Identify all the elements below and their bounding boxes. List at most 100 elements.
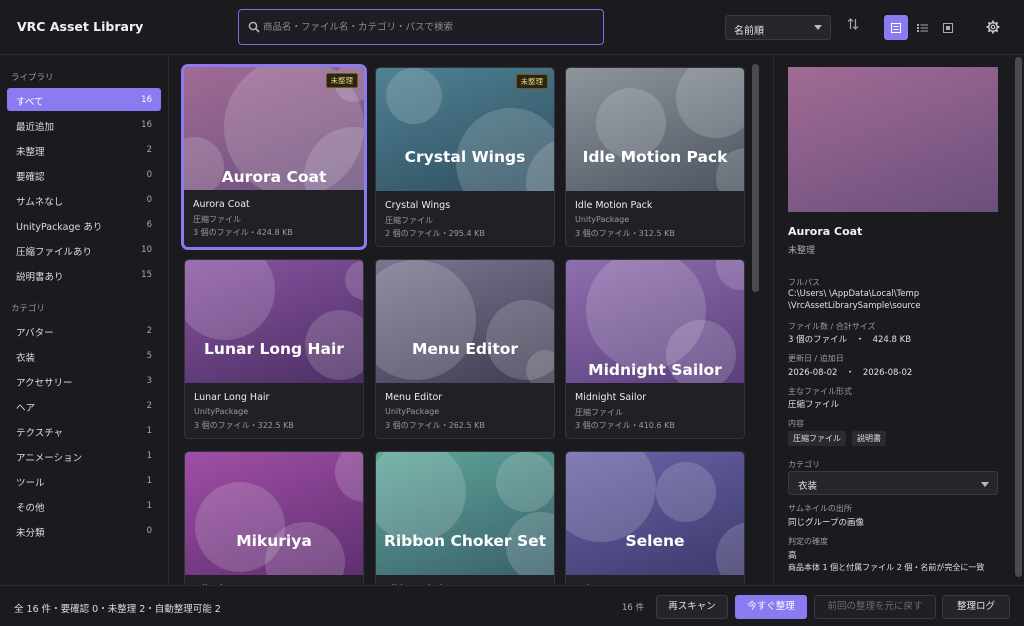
sidebar-category-item-label: その他 <box>16 503 45 514</box>
sidebar-category-item[interactable]: ヘア 2 <box>7 394 161 417</box>
sidebar-category-item-label: テクスチャ <box>16 428 64 439</box>
asset-meta: 3 個のファイル・424.8 KB <box>193 228 293 237</box>
asset-card[interactable]: Crystal Wings 未整理 Crystal Wings 圧縮ファイル 2 個のフ… <box>375 67 555 247</box>
sort-arrows-icon <box>847 18 859 30</box>
footer-count: 16 件 <box>622 603 645 613</box>
category-select-value: 衣装 <box>798 481 818 492</box>
contents-label: 内容 <box>788 419 804 428</box>
sidebar-library-item[interactable]: UnityPackage あり 6 <box>7 213 161 236</box>
sidebar-category-item[interactable]: アクセサリー 3 <box>7 369 161 392</box>
thumbnail-decoration <box>335 452 363 502</box>
asset-thumbnail: Idle Motion Pack <box>566 68 744 191</box>
sidebar-category-item[interactable]: 未分類 0 <box>7 519 161 542</box>
sidebar-category-item-count: 5 <box>146 351 152 361</box>
detail-thumbnail: Aurora Coat <box>788 67 998 212</box>
asset-card[interactable]: MikuriyaMikuriya <box>184 451 364 585</box>
sidebar-category-item[interactable]: アニメーション 1 <box>7 444 161 467</box>
asset-card[interactable]: Lunar Long Hair Lunar Long Hair UnityPacka… <box>184 259 364 439</box>
asset-thumbnail: Lunar Long Hair <box>185 260 363 383</box>
sidebar-library-item[interactable]: 圧縮ファイルあり 10 <box>7 238 161 261</box>
chevron-down-icon <box>981 482 989 487</box>
asset-card[interactable]: Ribbon Choker SetRibbon Choker Set <box>375 451 555 585</box>
sidebar-category-item-count: 1 <box>146 501 152 511</box>
sidebar-library-item-count: 6 <box>146 220 152 230</box>
asset-meta: 3 個のファイル・262.5 KB <box>385 421 485 430</box>
asset-thumbnail-title: Crystal Wings <box>404 148 526 166</box>
asset-type: 圧縮ファイル <box>385 216 433 225</box>
asset-name: Aurora Coat <box>193 199 250 210</box>
asset-name: Menu Editor <box>385 392 443 403</box>
sidebar-library-item-count: 15 <box>141 270 152 280</box>
asset-meta: 2 個のファイル・295.4 KB <box>385 229 485 238</box>
sidebar-library-item-label: 最近追加 <box>16 122 55 133</box>
detail-scrollbar[interactable] <box>1015 57 1022 577</box>
view-list-button[interactable] <box>910 15 934 40</box>
sidebar-category-item-count: 1 <box>146 476 152 486</box>
sort-direction-button[interactable] <box>843 17 863 37</box>
sidebar-library-item-label: 説明書あり <box>16 272 64 283</box>
undo-organize-button[interactable]: 前回の整理を元に戻す <box>814 595 936 619</box>
sidebar-category-item[interactable]: その他 1 <box>7 494 161 517</box>
library-section-label: ライブラリ <box>11 73 54 83</box>
status-badge: 未整理 <box>325 73 358 88</box>
thumbnail-decoration <box>716 260 744 290</box>
organize-log-button[interactable]: 整理ログ <box>942 595 1010 619</box>
sidebar-library-item[interactable]: 未整理 2 <box>7 138 161 161</box>
asset-card[interactable]: SeleneSelene <box>565 451 745 585</box>
sidebar-library-item-label: サムネなし <box>16 197 64 208</box>
files-value: 3 個のファイル ・ 424.8 KB <box>788 335 912 345</box>
asset-name: Lunar Long Hair <box>194 392 270 403</box>
sidebar-category-item[interactable]: テクスチャ 1 <box>7 419 161 442</box>
category-select[interactable]: 衣装 <box>788 471 998 495</box>
detail-panel: Aurora Coat Aurora Coat 未整理 フルパス C:\User… <box>773 55 1024 585</box>
asset-thumbnail-title: Midnight Sailor <box>588 361 722 379</box>
sidebar-library-item[interactable]: サムネなし 0 <box>7 188 161 211</box>
settings-button[interactable] <box>982 16 1004 38</box>
sidebar-library-item-count: 16 <box>141 95 152 105</box>
sidebar-category-item-label: アバター <box>16 328 54 339</box>
sort-select[interactable]: 名前順 <box>725 15 831 40</box>
search-box[interactable] <box>238 9 604 45</box>
sidebar-library-item[interactable]: 最近追加 16 <box>7 113 161 136</box>
thumbnail-source-label: サムネイルの出所 <box>788 504 852 513</box>
rescan-button[interactable]: 再スキャン <box>656 595 728 619</box>
organize-now-button[interactable]: 今すぐ整理 <box>735 595 807 619</box>
sidebar-category-item-count: 2 <box>146 401 152 411</box>
thumbnail-decoration <box>788 67 938 212</box>
sidebar-category-item[interactable]: ツール 1 <box>7 469 161 492</box>
sidebar-library-item[interactable]: 要確認 0 <box>7 163 161 186</box>
asset-thumbnail-title: Menu Editor <box>411 340 519 358</box>
thumbnail-decoration <box>676 68 744 138</box>
sidebar-library-item-label: UnityPackage あり <box>16 222 103 233</box>
asset-thumbnail-title: Aurora Coat <box>221 168 327 186</box>
grid-scrollbar[interactable] <box>752 64 759 292</box>
asset-thumbnail-title: Idle Motion Pack <box>582 148 728 166</box>
asset-type: UnityPackage <box>194 407 249 416</box>
format-label: 主なファイル形式 <box>788 387 852 396</box>
search-input[interactable] <box>263 10 593 44</box>
header: VRC Asset Library 名前順 <box>0 0 1024 55</box>
asset-meta: 3 個のファイル・312.5 KB <box>575 229 675 238</box>
view-large-grid-button[interactable] <box>884 15 908 40</box>
sidebar-library-item[interactable]: 説明書あり 15 <box>7 263 161 286</box>
large-grid-icon <box>891 22 901 33</box>
sidebar-category-item-label: ヘア <box>16 403 36 414</box>
asset-card[interactable]: Midnight Sailor Midnight Sailor 圧縮ファイル 3 個の… <box>565 259 745 439</box>
chevron-down-icon <box>814 25 822 30</box>
sidebar-category-item[interactable]: 衣装 5 <box>7 344 161 367</box>
sidebar-library-item[interactable]: すべて 16 <box>7 88 161 111</box>
asset-card[interactable]: Idle Motion Pack Idle Motion Pack UnityPac… <box>565 67 745 247</box>
sidebar-category-item-count: 1 <box>146 426 152 436</box>
detail-title: Aurora Coat <box>788 225 863 238</box>
asset-card[interactable]: Menu Editor Menu Editor UnityPackage 3 個のファ… <box>375 259 555 439</box>
asset-thumbnail-title: Mikuriya <box>236 532 312 550</box>
app-title: VRC Asset Library <box>17 19 144 34</box>
files-label: ファイル数 / 合計サイズ <box>788 322 876 331</box>
sidebar-category-item[interactable]: アバター 2 <box>7 319 161 342</box>
asset-thumbnail-title: Ribbon Choker Set <box>383 532 547 550</box>
asset-card[interactable]: Aurora Coat 未整理 Aurora Coat 圧縮ファイル 3 個のファイル・… <box>181 64 367 250</box>
view-compact-button[interactable] <box>936 15 960 40</box>
sidebar-library-item-count: 10 <box>141 245 152 255</box>
thumbnail-decoration <box>345 260 363 300</box>
dates-label: 更新日 / 追加日 <box>788 354 844 363</box>
